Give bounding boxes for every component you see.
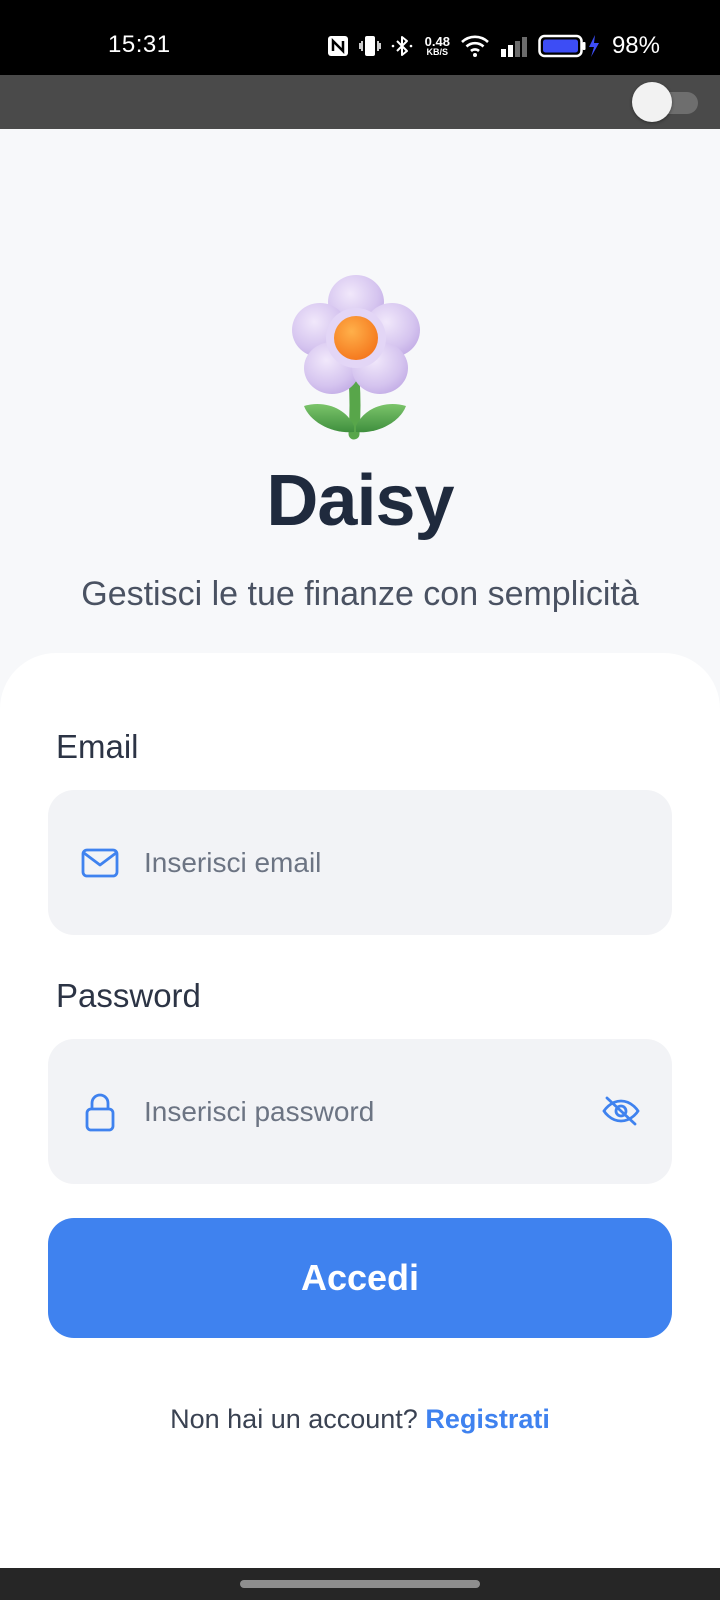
password-label: Password bbox=[56, 977, 201, 1014]
home-gesture-handle[interactable] bbox=[240, 1580, 480, 1588]
net-speed: 0.48 KB/S bbox=[424, 33, 450, 57]
status-time: 15:31 bbox=[108, 31, 171, 58]
eye-off-icon[interactable] bbox=[600, 1091, 642, 1131]
signup-prompt: Non hai un account? bbox=[170, 1404, 418, 1434]
nfc-icon bbox=[327, 35, 349, 57]
toggle-thumb bbox=[632, 82, 672, 122]
email-field[interactable] bbox=[144, 790, 584, 935]
net-speed-value: 0.48 bbox=[424, 33, 450, 49]
app-tagline: Gestisci le tue finanze con semplicità bbox=[81, 575, 639, 613]
net-speed-unit: KB/S bbox=[426, 46, 449, 57]
signal-icon bbox=[500, 34, 528, 58]
password-field-container[interactable] bbox=[48, 1039, 672, 1184]
status-bar: 15:31 0.48 KB/S 98% bbox=[0, 0, 720, 75]
bluetooth-icon bbox=[391, 34, 415, 58]
battery-percent: 98% bbox=[611, 32, 660, 59]
login-button[interactable]: Accedi bbox=[48, 1218, 672, 1338]
email-field-container[interactable] bbox=[48, 790, 672, 935]
app-title: Daisy bbox=[266, 461, 454, 541]
battery-charging-icon bbox=[538, 33, 600, 59]
daisy-flower-icon bbox=[292, 274, 428, 444]
top-toolbar bbox=[0, 75, 720, 129]
lock-icon bbox=[80, 1092, 120, 1132]
password-field[interactable] bbox=[144, 1039, 584, 1184]
email-label: Email bbox=[56, 728, 139, 765]
vibrate-icon bbox=[358, 34, 381, 58]
mail-icon bbox=[80, 843, 120, 883]
signup-row: Non hai un account? Registrati bbox=[0, 1404, 720, 1435]
register-link[interactable]: Registrati bbox=[425, 1404, 550, 1434]
debug-toggle[interactable] bbox=[632, 82, 698, 122]
wifi-icon bbox=[460, 34, 490, 58]
status-icons: 0.48 KB/S 98% bbox=[327, 32, 660, 60]
system-nav-bar bbox=[0, 1568, 720, 1600]
